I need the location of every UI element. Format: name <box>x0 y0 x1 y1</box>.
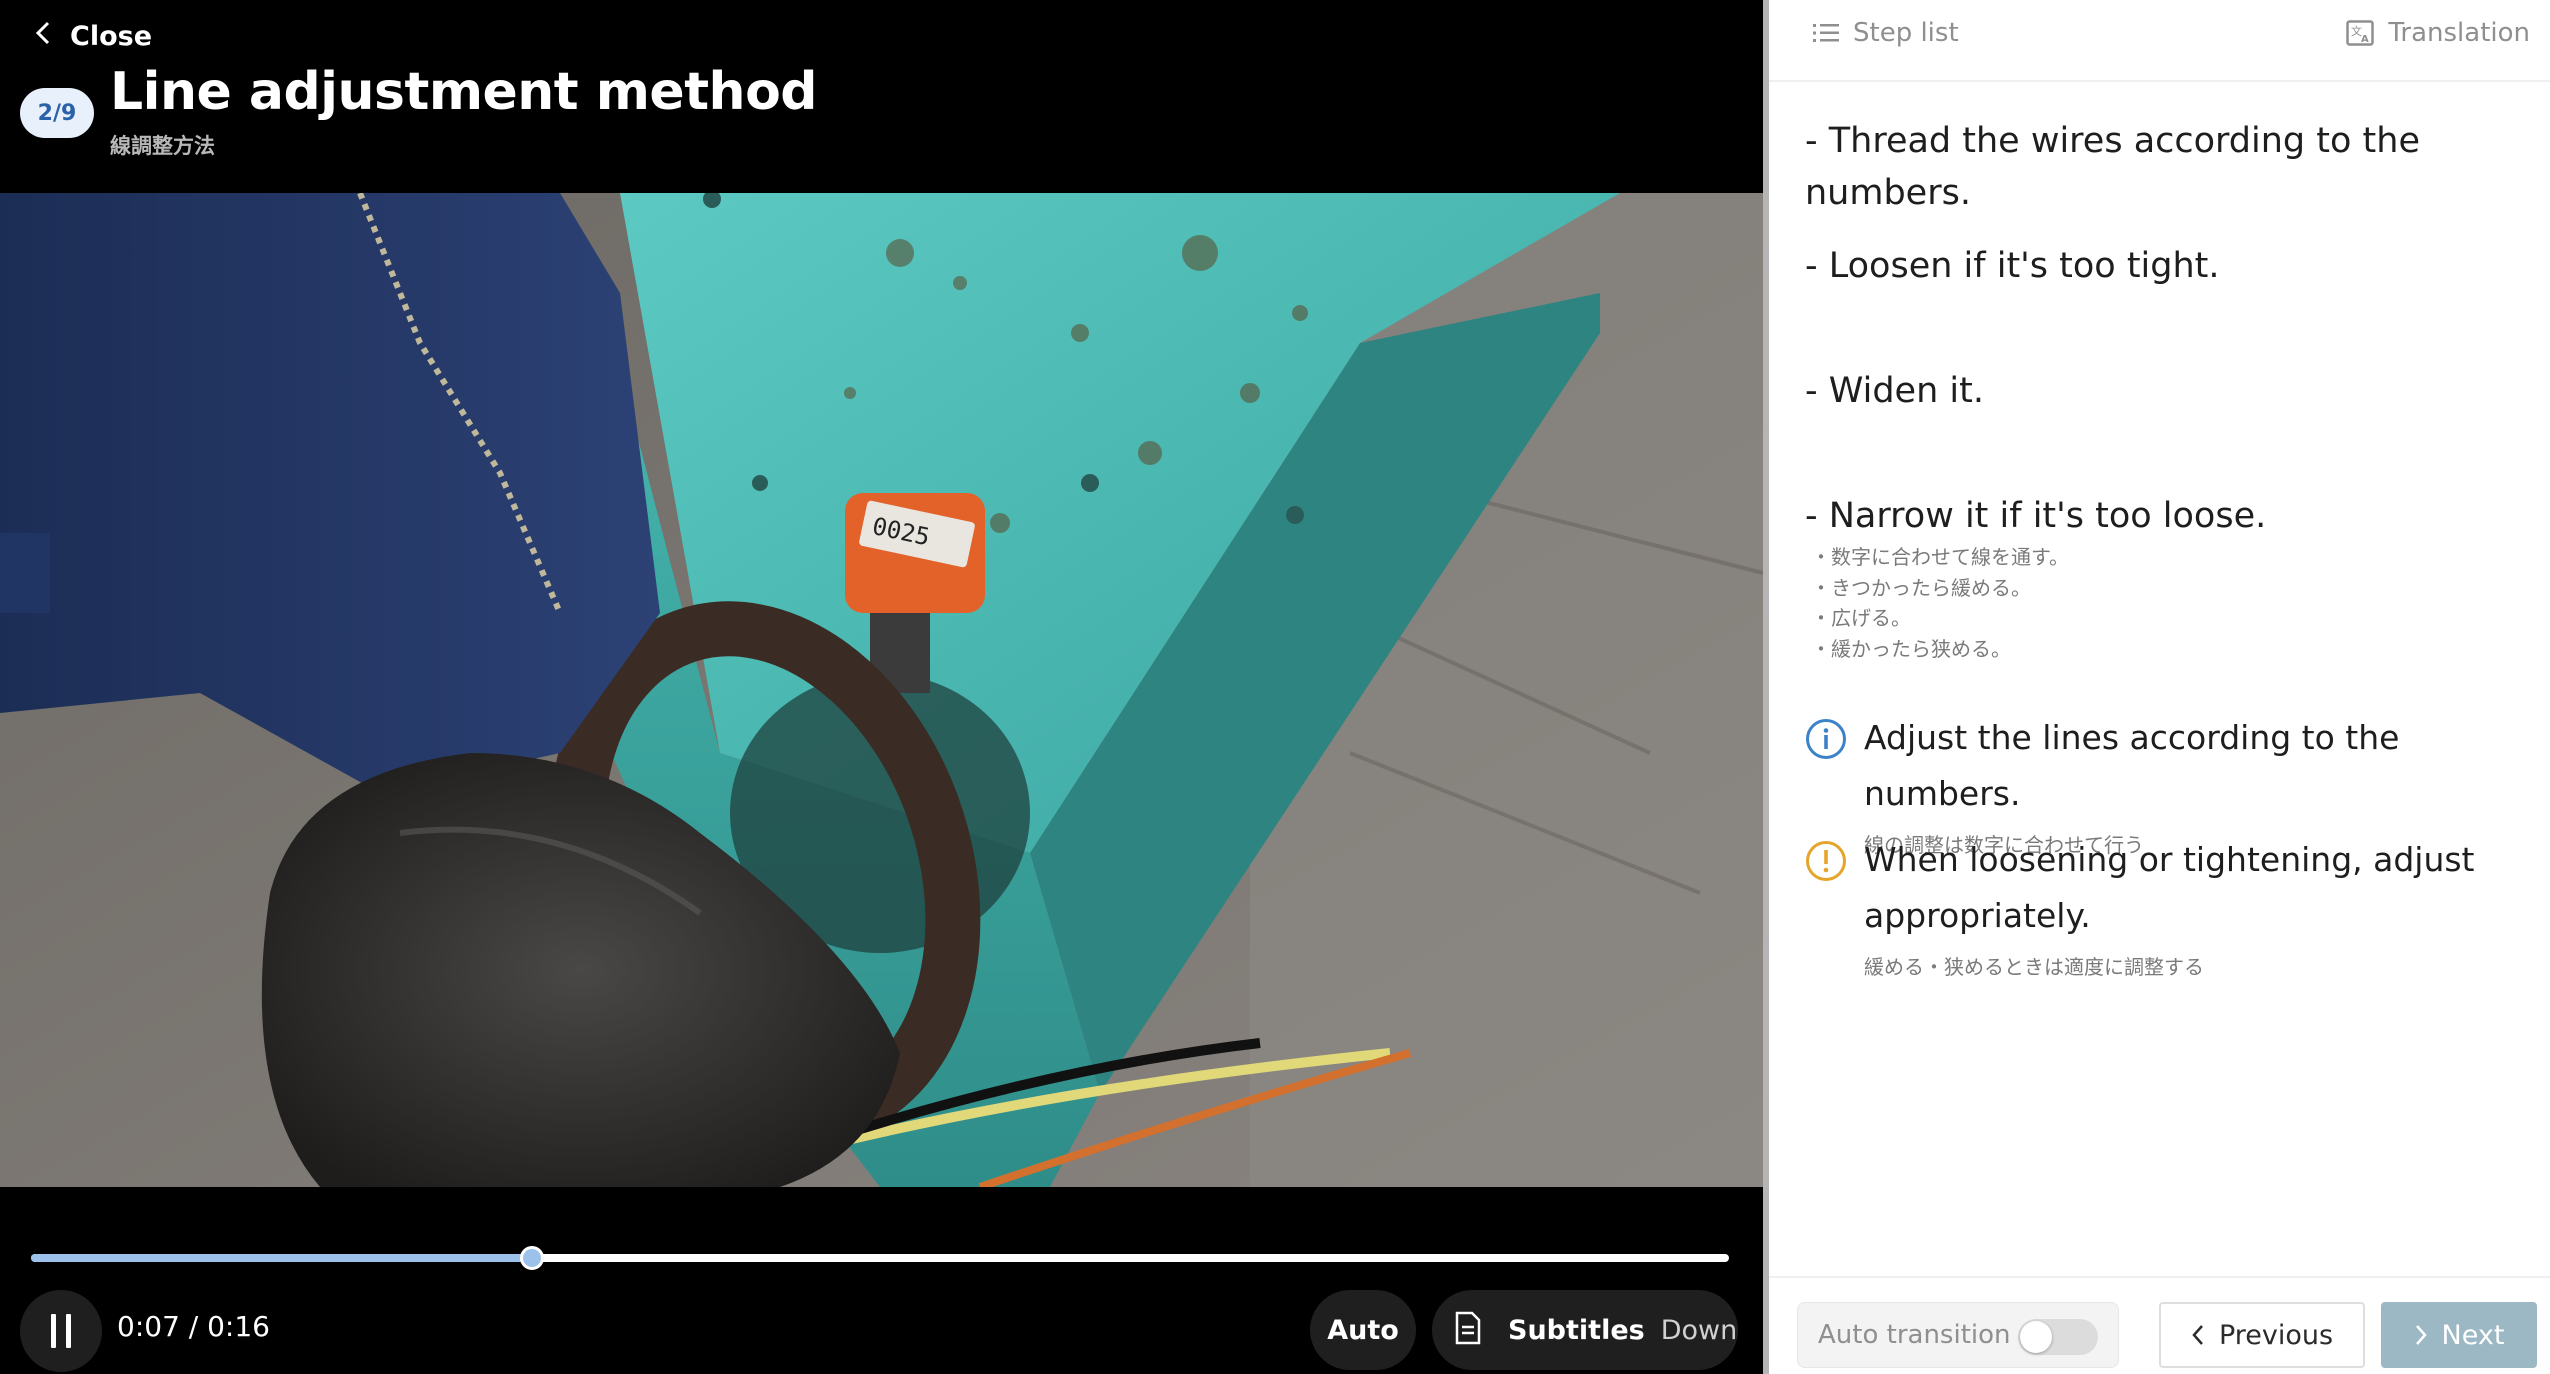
info-note-text: Adjust the lines according to the number… <box>1864 718 2400 813</box>
warning-icon <box>1805 840 1847 886</box>
chevron-right-icon <box>2414 1324 2428 1346</box>
progress-bar[interactable] <box>31 1246 1729 1270</box>
step-detail-panel: Step list 文A Translation - Thread the wi… <box>1769 0 2550 1374</box>
previous-button[interactable]: Previous <box>2159 1302 2365 1368</box>
instruction-list: - Thread the wires according to the numb… <box>1805 115 2535 664</box>
original-line: ・広げる。 <box>1811 606 1911 630</box>
instruction-line: - Widen it. <box>1805 371 1984 411</box>
panel-footer: Auto transition Previous Next <box>1769 1276 2550 1374</box>
panel-header: Step list 文A Translation <box>1769 0 2550 82</box>
subtitles-label: Subtitles <box>1508 1314 1645 1346</box>
pause-button[interactable] <box>20 1290 102 1372</box>
subtitles-button[interactable]: Subtitles Down <box>1432 1290 1738 1370</box>
step-title: Line adjustment method <box>110 62 818 122</box>
progress-fill <box>31 1254 532 1262</box>
original-text-block: ・数字に合わせて線を通す。 ・きつかったら緩める。 ・広げる。 ・緩かったら狭め… <box>1805 542 2535 664</box>
video-player: Close 2/9 Line adjustment method 線調整方法 0… <box>0 0 1763 1374</box>
original-line: ・緩かったら狭める。 <box>1811 636 2011 661</box>
warning-note-text: When loosening or tightening, adjust app… <box>1864 840 2475 935</box>
step-list-label: Step list <box>1853 18 1959 48</box>
auto-transition-label: Auto transition <box>1818 1320 2011 1350</box>
warning-note: When loosening or tightening, adjust app… <box>1805 832 2535 982</box>
toggle-knob <box>2020 1321 2052 1353</box>
next-button[interactable]: Next <box>2381 1302 2537 1368</box>
warning-note-original: 緩める・狭めるときは適度に調整する <box>1864 955 2204 979</box>
video-frame[interactable]: 0025 <box>0 193 1763 1187</box>
video-still-image: 0025 <box>0 193 1763 1187</box>
instruction-line: - Thread the wires according to the numb… <box>1805 121 2420 213</box>
translate-icon: 文A <box>2346 20 2375 46</box>
close-button[interactable]: Close <box>34 14 152 58</box>
subtitles-position-value: Down <box>1660 1314 1738 1346</box>
instruction-line: - Narrow it if it's too loose. <box>1805 496 2267 536</box>
info-icon <box>1805 718 1847 764</box>
previous-label: Previous <box>2218 1319 2334 1351</box>
original-line: ・数字に合わせて線を通す。 <box>1811 545 2069 569</box>
translation-button[interactable]: 文A Translation <box>2346 18 2530 48</box>
auto-transition-control: Auto transition <box>1797 1302 2119 1368</box>
next-label: Next <box>2441 1319 2505 1351</box>
step-list-button[interactable]: Step list <box>1813 18 1959 48</box>
instruction-line: - Loosen if it's too tight. <box>1805 246 2220 286</box>
original-line: ・きつかったら緩める。 <box>1811 575 2031 600</box>
playback-time: 0:07 / 0:16 <box>117 1310 270 1343</box>
auto-quality-button[interactable]: Auto <box>1310 1290 1416 1370</box>
close-label: Close <box>70 20 153 52</box>
step-counter-badge: 2/9 <box>20 88 94 138</box>
svg-text:A: A <box>2361 34 2369 45</box>
progress-thumb[interactable] <box>519 1246 544 1270</box>
auto-transition-toggle[interactable] <box>2018 1319 2098 1355</box>
translation-label: Translation <box>2388 18 2530 48</box>
pause-icon <box>51 1314 56 1348</box>
chevron-left-icon <box>2191 1324 2205 1346</box>
list-icon <box>1813 22 1839 44</box>
step-subtitle: 線調整方法 <box>110 134 215 158</box>
chevron-left-icon <box>34 19 52 54</box>
document-icon <box>1454 1311 1482 1349</box>
